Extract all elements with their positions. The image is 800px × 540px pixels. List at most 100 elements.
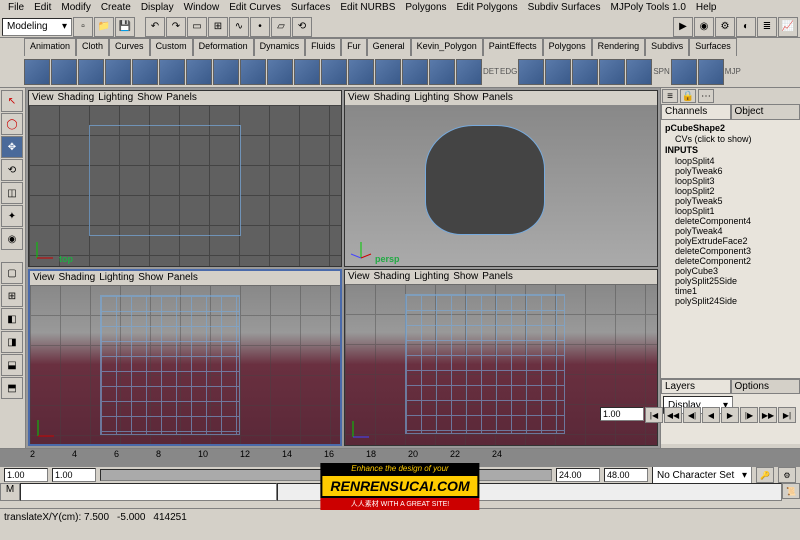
vp-menu-shading[interactable]: Shading [59,272,96,284]
hypershade-icon[interactable]: ◐ [736,17,756,37]
tab-layer-options[interactable]: Options [731,379,800,394]
vp-top-canvas[interactable]: top [29,105,341,266]
input-node[interactable]: deleteComponent2 [663,256,798,266]
shelf-prism-icon[interactable] [186,59,212,85]
shelf-cone-icon[interactable] [105,59,131,85]
menu-edit[interactable]: Edit [30,1,55,15]
menu-edit-curves[interactable]: Edit Curves [225,1,285,15]
shelf-tab-deformation[interactable]: Deformation [193,38,254,56]
outliner-icon[interactable]: ≣ [757,17,777,37]
shelf-bevel-icon[interactable] [375,59,401,85]
step-back-icon[interactable]: ◀◀ [664,407,682,423]
character-set-dropdown[interactable]: No Character Set▾ [652,466,752,484]
autokey-icon[interactable]: 🔑 [756,467,774,483]
shelf-tab-custom[interactable]: Custom [150,38,193,56]
shelf-ring-icon[interactable] [698,59,724,85]
graph-editor-icon[interactable]: 📈 [778,17,798,37]
shelf-pyramid-icon[interactable] [213,59,239,85]
snap-plane-icon[interactable]: ▱ [271,17,291,37]
vp-menu-panels[interactable]: Panels [482,92,513,104]
menu-create[interactable]: Create [97,1,135,15]
shelf-tab-curves[interactable]: Curves [109,38,150,56]
vp-menu-shading[interactable]: Shading [58,92,95,104]
ipr-icon[interactable]: ◉ [694,17,714,37]
snap-grid-icon[interactable]: ⊞ [208,17,228,37]
scale-tool-icon[interactable]: ◫ [1,182,23,204]
vp-menu-panels[interactable]: Panels [167,272,198,284]
input-node[interactable]: polySplit25Side [663,276,798,286]
step-fwd-icon[interactable]: ▶▶ [759,407,777,423]
channel-lock-icon[interactable]: 🔒 [680,89,696,103]
input-node[interactable]: polyTweak5 [663,196,798,206]
menu-window[interactable]: Window [180,1,224,15]
input-node[interactable]: loopSplit1 [663,206,798,216]
shelf-separate-icon[interactable] [572,59,598,85]
persp-dope-icon[interactable]: ⬒ [1,377,23,399]
history-icon[interactable]: ⟲ [292,17,312,37]
tab-object[interactable]: Object [731,104,800,120]
vp-menu-show[interactable]: Show [137,92,162,104]
shelf-tab-fluids[interactable]: Fluids [305,38,341,56]
shelf-tab-animation[interactable]: Animation [24,38,76,56]
menu-polygons[interactable]: Polygons [401,1,450,15]
menu-modify[interactable]: Modify [57,1,94,15]
vp-menu-view[interactable]: View [348,271,370,283]
soft-mod-icon[interactable]: ◉ [1,228,23,250]
four-view-icon[interactable]: ⊞ [1,285,23,307]
menu-mjpoly[interactable]: MJPoly Tools 1.0 [607,1,690,15]
input-node[interactable]: polyExtrudeFace2 [663,236,798,246]
new-scene-icon[interactable]: ▫ [73,17,93,37]
menu-surfaces[interactable]: Surfaces [287,1,334,15]
command-input[interactable] [20,483,277,501]
rewind-icon[interactable]: |◀ [645,407,663,423]
save-scene-icon[interactable]: 💾 [115,17,135,37]
menu-subdiv[interactable]: Subdiv Surfaces [524,1,605,15]
menu-help[interactable]: Help [692,1,721,15]
shelf-tab-subdivs[interactable]: Subdivs [645,38,689,56]
input-node[interactable]: time1 [663,286,798,296]
shelf-split-icon[interactable] [456,59,482,85]
script-editor-icon[interactable]: 📜 [782,483,800,499]
menu-file[interactable]: File [4,1,28,15]
shelf-tab-polygons[interactable]: Polygons [543,38,592,56]
vp-menu-panels[interactable]: Panels [166,92,197,104]
vp-menu-show[interactable]: Show [453,271,478,283]
shelf-extrude-icon[interactable] [348,59,374,85]
anim-start-field[interactable] [4,468,48,482]
menu-edit-nurbs[interactable]: Edit NURBS [336,1,399,15]
shelf-plane-icon[interactable] [132,59,158,85]
render-icon[interactable]: ▶ [673,17,693,37]
shelf-combine-icon[interactable] [545,59,571,85]
shelf-tab-surfaces[interactable]: Surfaces [689,38,737,56]
shelf-tab-painteffects[interactable]: PaintEffects [483,38,543,56]
render-globals-icon[interactable]: ⚙ [715,17,735,37]
shelf-torus-icon[interactable] [159,59,185,85]
mel-label[interactable]: M [0,483,20,501]
prev-key-icon[interactable]: ◀| [683,407,701,423]
shelf-append-icon[interactable] [429,59,455,85]
vp-front-canvas[interactable] [30,285,340,444]
vp-menu-show[interactable]: Show [453,92,478,104]
input-node[interactable]: polyTweak6 [663,166,798,176]
viewport-front[interactable]: View Shading Lighting Show Panels [28,269,342,446]
shelf-soccer-icon[interactable] [294,59,320,85]
cvs-toggle[interactable]: CVs (click to show) [663,134,798,144]
shelf-uv-icon[interactable] [626,59,652,85]
shelf-loop-icon[interactable] [671,59,697,85]
open-scene-icon[interactable]: 📁 [94,17,114,37]
mode-dropdown[interactable]: Modeling▾ [2,18,72,36]
redo-icon[interactable]: ↷ [166,17,186,37]
snap-point-icon[interactable]: • [250,17,270,37]
vp-menu-lighting[interactable]: Lighting [414,92,449,104]
play-fwd-icon[interactable]: ▶ [721,407,739,423]
current-frame-field[interactable] [600,407,644,421]
input-node[interactable]: loopSplit4 [663,156,798,166]
select-tool-icon[interactable]: ↖ [1,90,23,112]
play-back-icon[interactable]: ◀ [702,407,720,423]
shelf-sphere-icon[interactable] [51,59,77,85]
shelf-cube-icon[interactable] [24,59,50,85]
shelf-tab-rendering[interactable]: Rendering [592,38,646,56]
select-icon[interactable]: ▭ [187,17,207,37]
channel-list[interactable]: pCubeShape2 CVs (click to show) INPUTS l… [661,120,800,378]
single-view-icon[interactable]: ▢ [1,262,23,284]
